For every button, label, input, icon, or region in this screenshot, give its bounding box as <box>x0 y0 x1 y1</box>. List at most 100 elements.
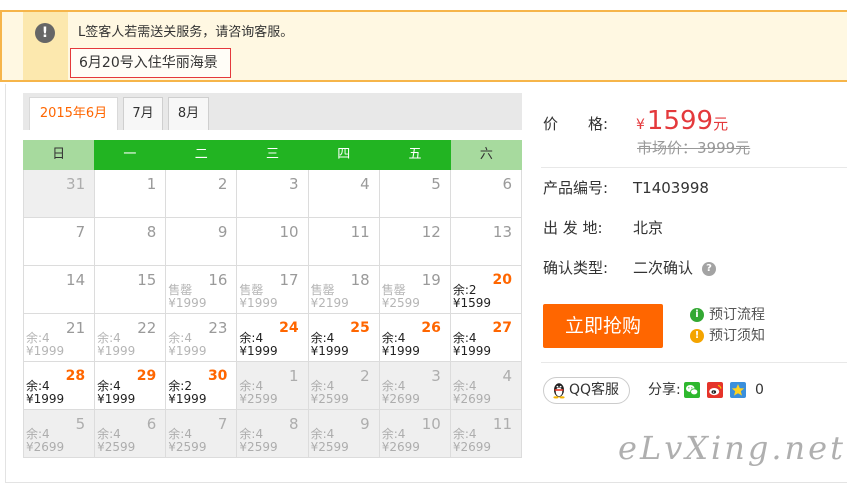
day-number: 23 <box>208 319 228 337</box>
day-number: 5 <box>431 175 441 193</box>
watermark: eLvXing.net <box>618 429 846 467</box>
qq-service-label: QQ客服 <box>569 382 620 398</box>
calendar-day-cell: 14 <box>24 266 96 314</box>
calendar-day-cell: 1 余:4 ¥2599 <box>237 362 309 410</box>
calendar-day-cell: 5 余:4 ¥2699 <box>24 410 96 458</box>
weekday-thu: 四 <box>308 140 380 170</box>
weekday-wed: 三 <box>236 140 309 170</box>
day-number: 2 <box>360 367 370 385</box>
price-label: ¥2699 <box>452 440 492 454</box>
weekday-tue: 二 <box>165 140 237 170</box>
day-number: 18 <box>350 271 370 289</box>
price-label: ¥1999 <box>310 344 349 358</box>
wechat-icon[interactable] <box>684 382 700 398</box>
price-label: ¥1999 <box>97 344 136 358</box>
price-label: ¥2199 <box>310 296 349 310</box>
weekday-mon: 一 <box>94 140 166 170</box>
weekday-fri: 五 <box>379 140 451 170</box>
day-number: 25 <box>350 320 370 336</box>
day-number: 26 <box>421 320 441 336</box>
calendar-day-cell: 9 <box>166 218 238 266</box>
help-icon[interactable] <box>702 262 716 276</box>
weekday-sat: 六 <box>450 140 522 170</box>
notice-message: L签客人若需送关服务，请咨询客服。 <box>78 25 294 40</box>
calendar-day-cell: 23 余:4 ¥1999 <box>166 314 238 362</box>
price-label: ¥1599 <box>452 296 492 310</box>
price-label: ¥1999 <box>239 344 278 358</box>
day-number: 13 <box>492 223 512 241</box>
day-number: 6 <box>146 415 157 433</box>
notice-icon-box <box>23 12 68 80</box>
day-number: 4 <box>360 175 370 193</box>
divider <box>541 167 847 168</box>
calendar-day-cell: 4 余:4 ¥2699 <box>450 362 522 410</box>
day-number: 28 <box>65 368 86 384</box>
calendar-day-cell[interactable]: 25 余:4 ¥1999 <box>308 314 380 362</box>
calendar-day-cell: 8 余:4 ¥2599 <box>237 410 309 458</box>
calendar-day-cell: 6 余:4 ¥2599 <box>95 410 167 458</box>
share-count: 0 <box>755 382 764 398</box>
calendar-day-cell: 2 <box>166 170 238 218</box>
product-code-value: T1403998 <box>633 179 709 197</box>
price-label: ¥1999 <box>239 296 278 310</box>
calendar-day-cell: 22 余:4 ¥1999 <box>95 314 167 362</box>
calendar-day-cell[interactable]: 20 余:2 ¥1599 <box>450 266 522 314</box>
calendar-day-cell: 10 <box>237 218 309 266</box>
price-label: ¥2699 <box>381 392 420 406</box>
day-number: 22 <box>137 319 157 337</box>
qzone-icon[interactable] <box>730 382 746 398</box>
exclamation-icon <box>35 23 55 43</box>
price-label: ¥2599 <box>168 440 207 454</box>
day-number: 3 <box>431 367 441 385</box>
calendar-day-cell: 18 售罄 ¥2199 <box>308 266 380 314</box>
calendar-day-cell: 7 余:4 ¥2599 <box>166 410 238 458</box>
day-number: 10 <box>421 415 441 433</box>
price-label: ¥1999 <box>26 344 65 358</box>
price-label: ¥1999 <box>97 392 136 406</box>
tab-2015-june[interactable]: 2015年6月 <box>29 97 118 130</box>
calendar-day-cell[interactable]: 29 余:4 ¥1999 <box>95 362 167 410</box>
calendar-day-cell[interactable]: 26 余:4 ¥1999 <box>379 314 451 362</box>
price-currency: ¥ <box>636 117 645 133</box>
price-label: ¥2599 <box>239 440 278 454</box>
day-number: 16 <box>208 271 228 289</box>
calendar-day-cell: 2 余:4 ¥2599 <box>308 362 380 410</box>
calendar-day-cell[interactable]: 27 余:4 ¥1999 <box>450 314 522 362</box>
price-label: ¥1999 <box>168 344 207 358</box>
day-number: 11 <box>350 223 370 241</box>
calendar-day-cell: 31 <box>24 170 96 218</box>
calendar-day-cell[interactable]: 30 余:2 ¥1999 <box>166 362 238 410</box>
divider <box>541 362 847 363</box>
weibo-icon[interactable] <box>707 382 723 398</box>
day-number: 5 <box>75 415 86 433</box>
calendar-day-cell: 8 <box>95 218 167 266</box>
confirm-type-label: 确认类型: <box>543 259 609 277</box>
calendar-day-cell: 16 售罄 ¥1999 <box>166 266 238 314</box>
calendar-day-cell: 10 余:4 ¥2699 <box>379 410 451 458</box>
day-number: 8 <box>289 415 299 433</box>
day-number: 7 <box>75 223 86 241</box>
price-value: ¥1599元 <box>636 106 728 140</box>
day-number: 10 <box>279 223 299 241</box>
day-number: 3 <box>289 175 299 193</box>
calendar-day-cell: 9 余:4 ¥2599 <box>308 410 380 458</box>
price-label: ¥2599 <box>97 440 136 454</box>
price-label: ¥2599 <box>381 296 420 310</box>
buy-now-button[interactable]: 立即抢购 <box>543 304 663 348</box>
tab-july[interactable]: 7月 <box>123 97 163 130</box>
price-label: ¥1999 <box>168 392 207 406</box>
calendar-day-cell[interactable]: 24 余:4 ¥1999 <box>237 314 309 362</box>
confirm-type-value: 二次确认 <box>633 259 694 277</box>
price-label: ¥1999 <box>168 296 207 310</box>
booking-notice-label: 预订须知 <box>709 328 765 344</box>
calendar-day-cell: 12 <box>379 218 451 266</box>
day-number: 4 <box>502 367 512 385</box>
calendar-day-cell: 15 <box>95 266 167 314</box>
price-label: ¥1999 <box>381 344 420 358</box>
qq-service-button[interactable]: QQ客服 <box>543 377 630 404</box>
day-number: 27 <box>492 320 512 336</box>
qq-penguin-icon <box>553 383 565 399</box>
product-code-label: 产品编号: <box>543 179 609 197</box>
calendar-day-cell[interactable]: 28 余:4 ¥1999 <box>24 362 96 410</box>
tab-august[interactable]: 8月 <box>168 97 209 130</box>
